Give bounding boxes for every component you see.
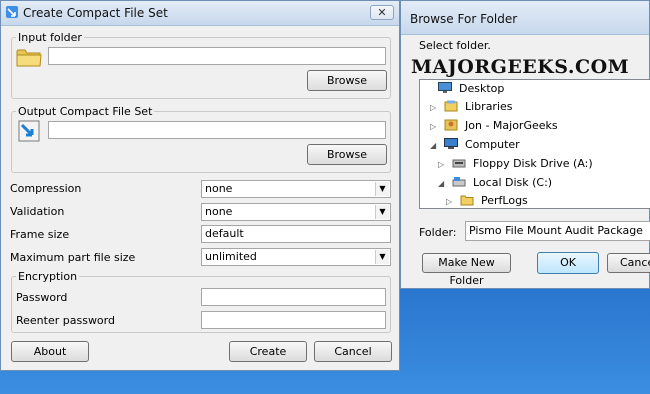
max-part-size-value: unlimited [205, 250, 257, 263]
tree-item-label: Desktop [459, 82, 505, 95]
chevron-down-icon: ▼ [375, 205, 389, 219]
compression-select[interactable]: none ▼ [201, 180, 391, 198]
output-file-set-field[interactable] [48, 121, 386, 139]
chevron-down-icon: ▼ [375, 250, 389, 264]
chevron-down-icon: ▼ [375, 182, 389, 196]
validation-value: none [205, 205, 233, 218]
title-bar: Create Compact File Set ✕ [1, 1, 399, 26]
create-compact-file-set-window: Create Compact File Set ✕ Input folder B… [0, 0, 400, 371]
max-part-size-label: Maximum part file size [10, 251, 136, 264]
window-title: Browse For Folder [410, 12, 518, 26]
tree-item-user[interactable]: ▷ Jon - MajorGeeks [430, 117, 558, 135]
watermark-text: MAJORGEEKS.COM [411, 56, 630, 78]
tree-item-floppy[interactable]: ▷ Floppy Disk Drive (A:) [438, 155, 593, 173]
tree-item-label: Computer [465, 138, 520, 151]
desktop-icon [437, 82, 452, 93]
frame-size-label: Frame size [10, 228, 70, 241]
tree-item-label: Jon - MajorGeeks [465, 119, 558, 132]
collapse-icon[interactable]: ◢ [438, 175, 448, 193]
expand-icon[interactable]: ▷ [446, 193, 456, 208]
input-folder-legend: Input folder [18, 31, 82, 44]
folder-icon [460, 195, 473, 206]
app-icon [6, 6, 18, 18]
user-icon [444, 119, 457, 131]
validation-select[interactable]: none ▼ [201, 203, 391, 221]
folder-label: Folder: [419, 226, 457, 239]
max-part-size-select[interactable]: unlimited ▼ [201, 248, 391, 266]
file-set-icon [18, 120, 40, 142]
browse-for-folder-window: Browse For Folder Select folder. MAJORGE… [400, 0, 650, 289]
output-browse-button[interactable]: Browse [307, 144, 387, 165]
tree-item-label: Libraries [465, 100, 513, 113]
floppy-icon [452, 159, 465, 168]
expand-icon[interactable]: ▷ [430, 99, 440, 117]
folder-name-field[interactable]: Pismo File Mount Audit Package [465, 221, 650, 241]
close-icon: ✕ [377, 6, 387, 19]
ok-button[interactable]: OK [537, 252, 599, 274]
encryption-legend: Encryption [18, 270, 78, 283]
password-label: Password [16, 291, 68, 304]
tree-item-local-disk[interactable]: ◢ Local Disk (C:) [438, 174, 552, 192]
select-folder-prompt: Select folder. [419, 39, 491, 52]
cancel-button[interactable]: Cancel [314, 341, 392, 362]
window-title: Create Compact File Set [23, 6, 168, 20]
reenter-password-label: Reenter password [16, 314, 115, 327]
collapse-icon[interactable]: ◢ [430, 137, 440, 155]
cancel-button[interactable]: Cance [607, 253, 650, 273]
about-button[interactable]: About [11, 341, 89, 362]
title-bar: Browse For Folder [401, 1, 649, 35]
folder-icon [16, 49, 42, 67]
tree-item-label: Floppy Disk Drive (A:) [473, 157, 593, 170]
validation-label: Validation [10, 205, 65, 218]
output-file-set-legend: Output Compact File Set [18, 105, 153, 118]
expand-icon[interactable]: ▷ [430, 118, 440, 136]
reenter-password-field[interactable] [201, 311, 386, 329]
compression-value: none [205, 182, 233, 195]
input-browse-button[interactable]: Browse [307, 70, 387, 91]
input-folder-field[interactable] [48, 47, 386, 65]
password-field[interactable] [201, 288, 386, 306]
close-button[interactable]: ✕ [370, 5, 394, 20]
tree-item-label: Local Disk (C:) [473, 176, 553, 189]
make-new-folder-button[interactable]: Make New Folder [422, 253, 511, 287]
create-button[interactable]: Create [229, 341, 307, 362]
compression-label: Compression [10, 182, 82, 195]
tree-item-libraries[interactable]: ▷ Libraries [430, 98, 513, 116]
computer-icon [443, 138, 458, 149]
tree-item-label: PerfLogs [481, 194, 528, 207]
tree-item-perflogs[interactable]: ▷ PerfLogs [446, 192, 528, 208]
tree-item-computer[interactable]: ◢ Computer [430, 136, 520, 154]
libraries-icon [444, 100, 457, 112]
disk-icon [452, 177, 465, 187]
frame-size-field[interactable]: default [201, 225, 391, 243]
folder-tree[interactable]: Desktop ▷ Libraries ▷ Jon - MajorGeeks ◢… [419, 79, 650, 209]
tree-item-desktop[interactable]: Desktop [424, 80, 504, 98]
expand-icon[interactable]: ▷ [438, 156, 448, 174]
